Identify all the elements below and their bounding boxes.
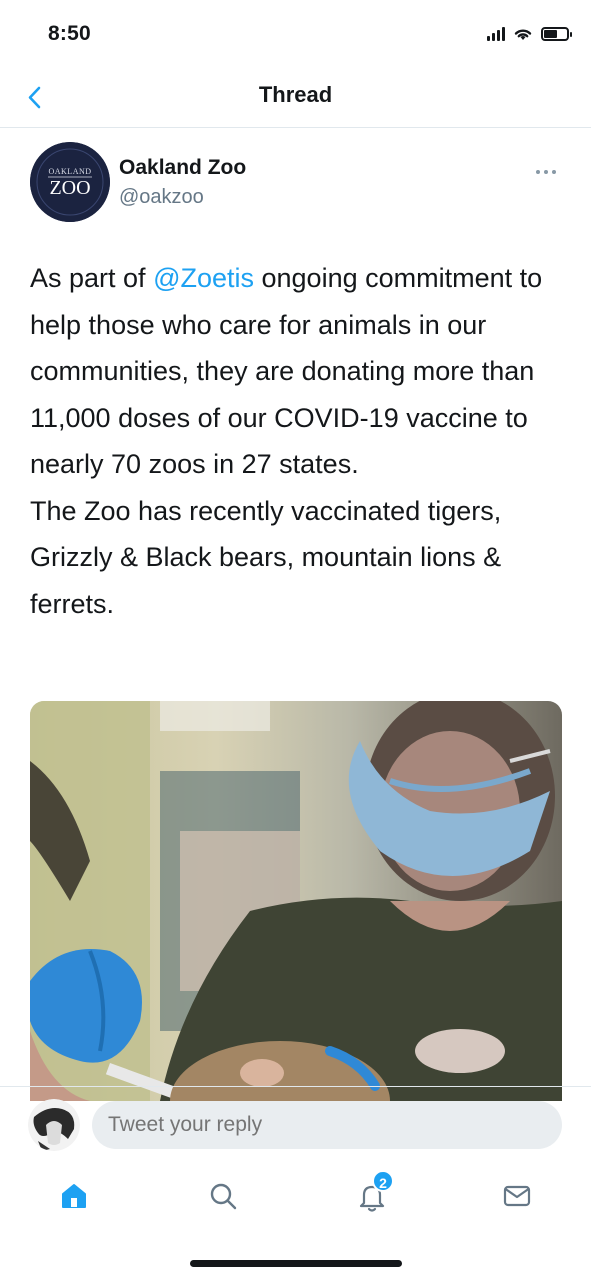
reply-input[interactable] [92, 1101, 562, 1149]
tab-notifications[interactable]: 2 [352, 1170, 394, 1216]
search-icon [210, 1183, 237, 1210]
svg-text:ZOO: ZOO [49, 177, 90, 199]
messages-icon [503, 1185, 531, 1207]
more-options-button[interactable] [533, 164, 559, 174]
reply-bar [0, 1086, 591, 1166]
tab-search[interactable] [203, 1176, 243, 1216]
home-icon [62, 1184, 86, 1208]
author-name[interactable]: Oakland Zoo [119, 156, 246, 180]
page-title: Thread [258, 82, 333, 107]
author-handle[interactable]: @oakzoo [119, 186, 204, 209]
notification-badge: 2 [372, 1170, 394, 1192]
tweet-text-segment: ongoing commitment to help those who car… [30, 263, 543, 479]
tweet-text: As part of @Zoetis ongoing commitment to… [30, 255, 570, 627]
tweet-paragraph: As part of @Zoetis ongoing commitment to… [30, 255, 570, 488]
vaccination-photo [30, 701, 562, 1101]
home-indicator[interactable] [190, 1260, 402, 1267]
tweet-media-photo[interactable] [30, 701, 562, 1101]
mention-link[interactable]: @Zoetis [153, 263, 254, 293]
author-avatar[interactable]: OAKLAND ZOO [30, 142, 110, 222]
cellular-signal-icon [487, 27, 505, 41]
more-horizontal-icon [536, 170, 556, 174]
tab-messages[interactable] [497, 1176, 537, 1216]
wifi-icon [514, 29, 532, 40]
status-time: 8:50 [48, 22, 91, 45]
tab-home[interactable] [54, 1176, 94, 1216]
user-avatar-image [28, 1099, 80, 1151]
status-icons [487, 26, 572, 42]
tweet-text-segment: As part of [30, 263, 154, 293]
nav-bar: Thread [0, 70, 591, 128]
battery-icon [541, 27, 572, 41]
user-avatar[interactable] [28, 1099, 80, 1151]
oakland-zoo-logo: OAKLAND ZOO [30, 142, 110, 222]
status-bar: 8:50 [0, 0, 591, 70]
svg-text:OAKLAND: OAKLAND [48, 167, 91, 176]
tab-bar: 2 [0, 1166, 591, 1236]
tweet-paragraph: The Zoo has recently vaccinated tigers, … [30, 495, 502, 619]
